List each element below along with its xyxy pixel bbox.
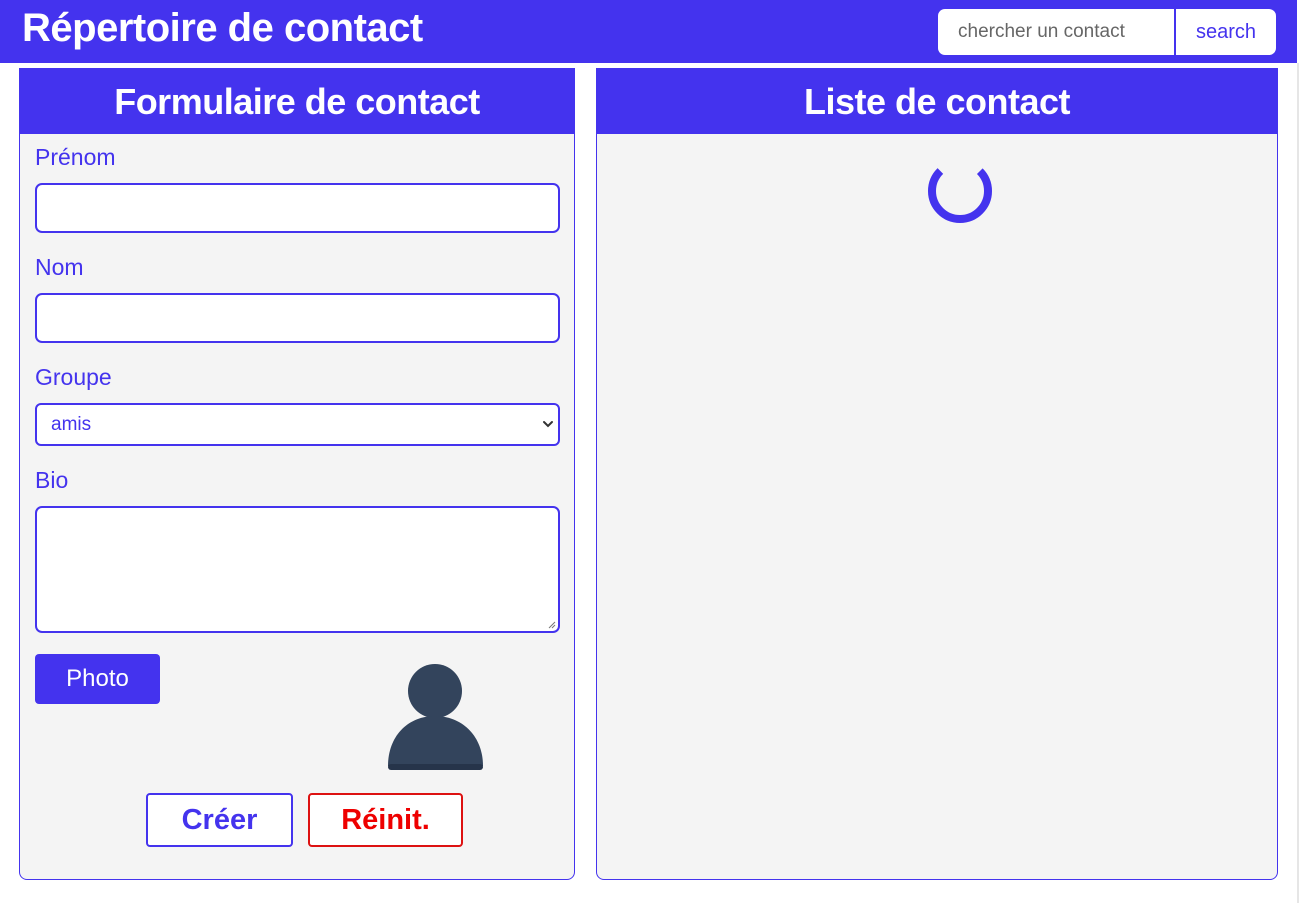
contact-form-panel: Formulaire de contact Prénom Nom Groupe …	[19, 68, 575, 880]
reset-button[interactable]: Réinit.	[308, 793, 463, 847]
photo-button[interactable]: Photo	[35, 654, 160, 704]
list-panel-title: Liste de contact	[597, 69, 1277, 134]
spinner-icon	[928, 159, 992, 223]
group-select[interactable]: amis	[35, 403, 560, 446]
last-name-input[interactable]	[35, 293, 560, 343]
app-title: Répertoire de contact	[22, 6, 423, 50]
resize-grip-icon[interactable]	[548, 621, 556, 629]
group-label: Groupe	[35, 364, 112, 390]
search-input[interactable]	[938, 9, 1174, 55]
form-panel-title: Formulaire de contact	[20, 69, 574, 134]
contact-list-panel: Liste de contact	[596, 68, 1278, 880]
user-silhouette-icon	[388, 664, 483, 770]
bio-label: Bio	[35, 467, 69, 493]
group-select-value: amis	[51, 414, 92, 435]
first-name-input[interactable]	[35, 183, 560, 233]
search-bar: search	[938, 9, 1276, 55]
first-name-label: Prénom	[35, 144, 116, 170]
create-button[interactable]: Créer	[146, 793, 293, 847]
search-button[interactable]: search	[1174, 9, 1276, 55]
chevron-down-icon	[543, 421, 553, 428]
bio-textarea[interactable]	[35, 506, 560, 633]
top-bar: Répertoire de contact search	[0, 0, 1297, 63]
last-name-label: Nom	[35, 254, 84, 280]
